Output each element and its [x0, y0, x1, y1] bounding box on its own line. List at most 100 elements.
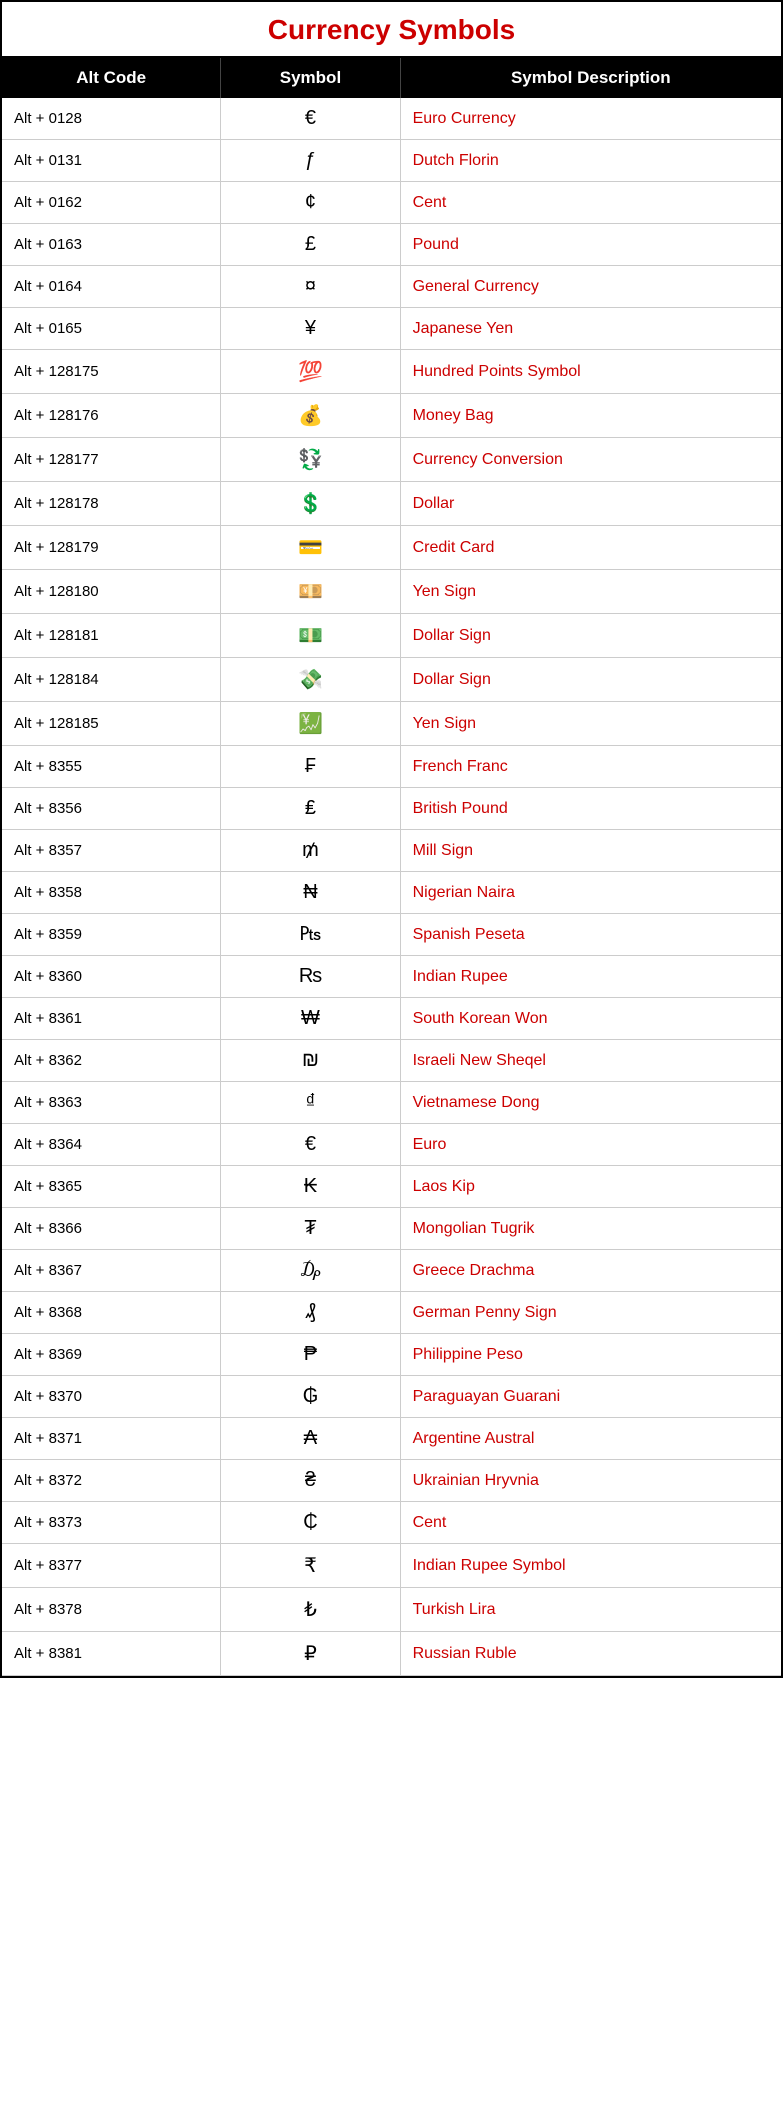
table-row: Alt + 8360 ₨ Indian Rupee — [2, 956, 781, 998]
alt-code: Alt + 8377 — [2, 1544, 221, 1588]
symbol-description: Spanish Peseta — [400, 914, 781, 956]
symbol-description: Dollar Sign — [400, 614, 781, 658]
table-row: Alt + 0164 ¤ General Currency — [2, 266, 781, 308]
symbol: 💲 — [221, 482, 400, 526]
table-row: Alt + 0162 ¢ Cent — [2, 182, 781, 224]
symbol: 💹 — [221, 702, 400, 746]
table-row: Alt + 8359 ₧ Spanish Peseta — [2, 914, 781, 956]
table-row: Alt + 8361 ₩ South Korean Won — [2, 998, 781, 1040]
symbol-description: British Pound — [400, 788, 781, 830]
alt-code: Alt + 8362 — [2, 1040, 221, 1082]
symbol-description: Mill Sign — [400, 830, 781, 872]
symbol-description: General Currency — [400, 266, 781, 308]
symbol: ¢ — [221, 182, 400, 224]
alt-code: Alt + 8361 — [2, 998, 221, 1040]
alt-code: Alt + 8373 — [2, 1502, 221, 1544]
symbol-description: Currency Conversion — [400, 438, 781, 482]
alt-code: Alt + 8372 — [2, 1460, 221, 1502]
alt-code: Alt + 8365 — [2, 1166, 221, 1208]
symbol-description: Mongolian Tugrik — [400, 1208, 781, 1250]
symbol: ₦ — [221, 872, 400, 914]
symbol: ₰ — [221, 1292, 400, 1334]
symbol-description: Turkish Lira — [400, 1588, 781, 1632]
symbol: ₲ — [221, 1376, 400, 1418]
symbol-description: Indian Rupee — [400, 956, 781, 998]
symbol-description: Greece Drachma — [400, 1250, 781, 1292]
alt-code: Alt + 8367 — [2, 1250, 221, 1292]
table-row: Alt + 8368 ₰ German Penny Sign — [2, 1292, 781, 1334]
symbol-description: Dollar — [400, 482, 781, 526]
symbol: 💱 — [221, 438, 400, 482]
header-description: Symbol Description — [400, 58, 781, 98]
alt-code: Alt + 8363 — [2, 1082, 221, 1124]
table-row: Alt + 0163 £ Pound — [2, 224, 781, 266]
symbol: ₯ — [221, 1250, 400, 1292]
symbol-description: Cent — [400, 1502, 781, 1544]
table-row: Alt + 8363 ₫ Vietnamese Dong — [2, 1082, 781, 1124]
table-row: Alt + 128177 💱 Currency Conversion — [2, 438, 781, 482]
symbol: € — [221, 1124, 400, 1166]
alt-code: Alt + 8370 — [2, 1376, 221, 1418]
alt-code: Alt + 128177 — [2, 438, 221, 482]
symbol-description: Paraguayan Guarani — [400, 1376, 781, 1418]
symbol: 💯 — [221, 350, 400, 394]
symbol: ₳ — [221, 1418, 400, 1460]
alt-code: Alt + 8357 — [2, 830, 221, 872]
symbol: 💰 — [221, 394, 400, 438]
alt-code: Alt + 8381 — [2, 1632, 221, 1676]
table-row: Alt + 128184 💸 Dollar Sign — [2, 658, 781, 702]
symbol-description: French Franc — [400, 746, 781, 788]
alt-code: Alt + 8360 — [2, 956, 221, 998]
symbol-description: Nigerian Naira — [400, 872, 781, 914]
table-row: Alt + 128176 💰 Money Bag — [2, 394, 781, 438]
symbol-description: Yen Sign — [400, 570, 781, 614]
symbol-description: Credit Card — [400, 526, 781, 570]
symbol: 💳 — [221, 526, 400, 570]
symbol-description: Yen Sign — [400, 702, 781, 746]
symbol: ₴ — [221, 1460, 400, 1502]
table-row: Alt + 8370 ₲ Paraguayan Guarani — [2, 1376, 781, 1418]
alt-code: Alt + 0165 — [2, 308, 221, 350]
symbol-description: German Penny Sign — [400, 1292, 781, 1334]
alt-code: Alt + 8366 — [2, 1208, 221, 1250]
currency-symbols-table: Currency Symbols Alt Code Symbol Symbol … — [0, 0, 783, 1678]
symbol-description: Vietnamese Dong — [400, 1082, 781, 1124]
symbol-description: Pound — [400, 224, 781, 266]
alt-code: Alt + 8358 — [2, 872, 221, 914]
symbol: ₨ — [221, 956, 400, 998]
table-row: Alt + 8358 ₦ Nigerian Naira — [2, 872, 781, 914]
symbol-description: Euro — [400, 1124, 781, 1166]
alt-code: Alt + 128175 — [2, 350, 221, 394]
alt-code: Alt + 128179 — [2, 526, 221, 570]
symbol: ¤ — [221, 266, 400, 308]
alt-code: Alt + 128185 — [2, 702, 221, 746]
alt-code: Alt + 0164 — [2, 266, 221, 308]
table-row: Alt + 8377 ₹ Indian Rupee Symbol — [2, 1544, 781, 1588]
alt-code: Alt + 8371 — [2, 1418, 221, 1460]
symbol: ₫ — [221, 1082, 400, 1124]
alt-code: Alt + 0162 — [2, 182, 221, 224]
symbol-description: Dutch Florin — [400, 140, 781, 182]
table-row: Alt + 128178 💲 Dollar — [2, 482, 781, 526]
symbol-description: Japanese Yen — [400, 308, 781, 350]
table-row: Alt + 8364 € Euro — [2, 1124, 781, 1166]
symbol: ₺ — [221, 1588, 400, 1632]
table-row: Alt + 8371 ₳ Argentine Austral — [2, 1418, 781, 1460]
symbol-description: Laos Kip — [400, 1166, 781, 1208]
table-row: Alt + 128181 💵 Dollar Sign — [2, 614, 781, 658]
alt-code: Alt + 8355 — [2, 746, 221, 788]
alt-code: Alt + 0128 — [2, 98, 221, 140]
symbol: ₥ — [221, 830, 400, 872]
symbol: ₭ — [221, 1166, 400, 1208]
alt-code: Alt + 128178 — [2, 482, 221, 526]
table-row: Alt + 8369 ₱ Philippine Peso — [2, 1334, 781, 1376]
alt-code: Alt + 8356 — [2, 788, 221, 830]
symbol-description: Argentine Austral — [400, 1418, 781, 1460]
symbol: ₹ — [221, 1544, 400, 1588]
table-row: Alt + 0165 ¥ Japanese Yen — [2, 308, 781, 350]
symbol: 💸 — [221, 658, 400, 702]
table-row: Alt + 8373 ₵ Cent — [2, 1502, 781, 1544]
symbol: ₤ — [221, 788, 400, 830]
table-row: Alt + 8355 ₣ French Franc — [2, 746, 781, 788]
symbol: ₵ — [221, 1502, 400, 1544]
